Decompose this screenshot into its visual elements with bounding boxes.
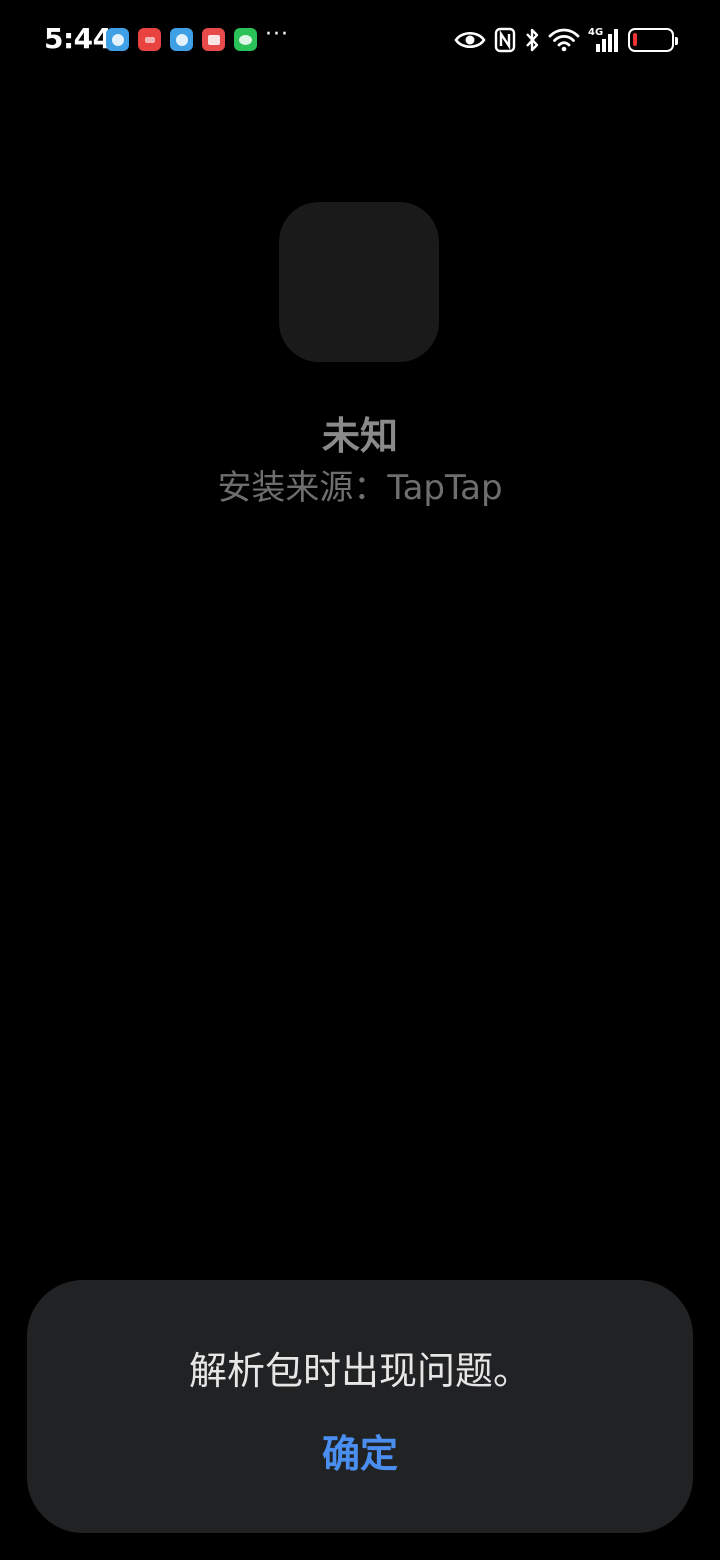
notification-icons xyxy=(106,28,257,51)
more-notifications-icon: ··· xyxy=(265,22,289,47)
dialog-message: 解析包时出现问题。 xyxy=(188,1349,531,1393)
bluetooth-icon xyxy=(526,28,539,52)
browser-app-icon xyxy=(106,28,129,51)
install-source: 安装来源：TapTap xyxy=(217,468,503,508)
status-time: 5:44 xyxy=(44,22,112,55)
system-icons: 4G xyxy=(454,26,678,54)
app-icon-placeholder xyxy=(279,202,439,362)
book-app-icon xyxy=(202,28,225,51)
eye-comfort-icon xyxy=(454,31,486,49)
battery-icon xyxy=(628,28,678,52)
wechat-icon xyxy=(234,28,257,51)
wifi-icon xyxy=(548,28,580,52)
network-type-label: 4G xyxy=(588,27,603,38)
error-dialog: 解析包时出现问题。 确定 xyxy=(27,1280,693,1533)
status-bar: 5:44 ··· 4G xyxy=(0,0,720,80)
browser-app-icon-2 xyxy=(170,28,193,51)
cellular-signal-icon: 4G xyxy=(588,27,618,52)
app-name: 未知 xyxy=(321,414,398,458)
huawei-appgallery-icon xyxy=(138,28,161,51)
nfc-icon xyxy=(494,27,516,53)
confirm-button[interactable]: 确定 xyxy=(260,1422,460,1486)
